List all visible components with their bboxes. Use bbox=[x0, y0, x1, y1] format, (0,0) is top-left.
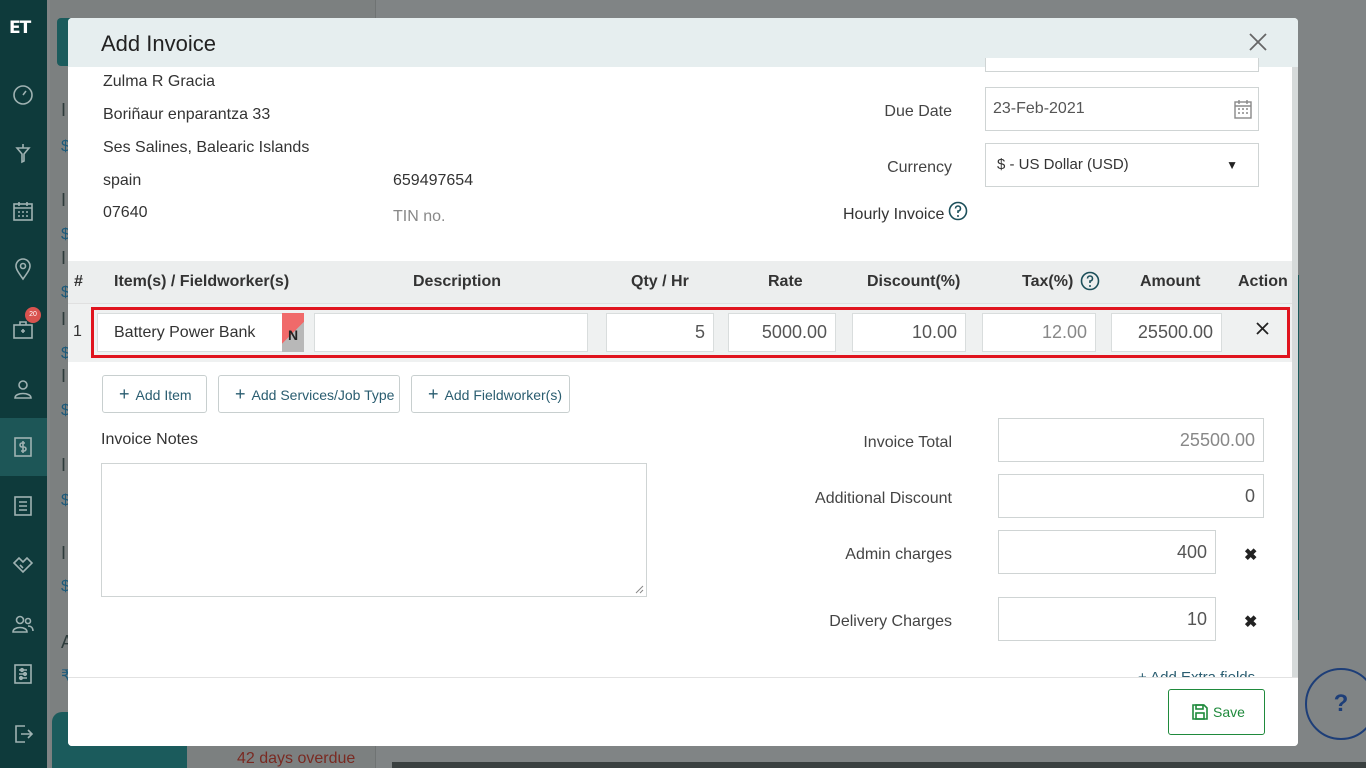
add-fieldworker-button[interactable]: + Add Fieldworker(s) bbox=[411, 375, 570, 413]
chevron-down-icon: ▼ bbox=[1226, 158, 1238, 172]
delivery-charges-label: Delivery Charges bbox=[829, 613, 952, 630]
list-icon[interactable] bbox=[11, 494, 35, 518]
row-number: 1 bbox=[73, 323, 82, 340]
background-bottom-bar bbox=[392, 762, 1366, 768]
modal-scrollbar[interactable] bbox=[1292, 67, 1298, 677]
col-tax: Tax(%) bbox=[1022, 273, 1074, 290]
background-item-letter: I bbox=[61, 366, 67, 386]
col-description: Description bbox=[413, 273, 502, 290]
funnel-icon[interactable] bbox=[11, 141, 35, 165]
customer-zip: 07640 bbox=[103, 204, 148, 221]
col-discount: Discount(%) bbox=[867, 273, 961, 290]
admin-charges-label: Admin charges bbox=[845, 546, 952, 563]
map-pin-icon[interactable] bbox=[11, 258, 35, 282]
background-item-letter: I bbox=[61, 248, 67, 268]
save-label: Save bbox=[1213, 704, 1245, 720]
due-date-input[interactable]: 23-Feb-2021 bbox=[985, 87, 1259, 131]
plus-icon: + bbox=[119, 384, 130, 404]
invoice-total-field: 25500.00 bbox=[998, 418, 1264, 462]
invoice-notes-label: Invoice Notes bbox=[101, 431, 198, 448]
app-sidebar: ET 20 bbox=[0, 0, 47, 768]
items-table-header: # Item(s) / Fieldworker(s) Description Q… bbox=[68, 261, 1292, 304]
additional-discount-label: Additional Discount bbox=[815, 490, 952, 507]
due-date-value: 23-Feb-2021 bbox=[993, 100, 1085, 117]
app-logo: ET bbox=[9, 18, 31, 38]
modal-title: Add Invoice bbox=[101, 31, 216, 56]
customer-address-line1: Boriñaur enparantza 33 bbox=[103, 106, 271, 123]
background-item-letter: I bbox=[61, 190, 67, 210]
close-icon[interactable] bbox=[1246, 30, 1270, 54]
plus-icon: + bbox=[428, 384, 439, 404]
handshake-icon[interactable] bbox=[11, 553, 35, 577]
add-item-button[interactable]: + Add Item bbox=[102, 375, 207, 413]
admin-charges-input[interactable]: 400 bbox=[998, 530, 1216, 574]
additional-discount-input[interactable]: 0 bbox=[998, 474, 1264, 518]
settings-sliders-icon[interactable] bbox=[11, 662, 35, 686]
col-action: Action bbox=[1238, 273, 1288, 290]
resize-handle-icon[interactable] bbox=[634, 584, 644, 594]
customer-country: spain bbox=[103, 172, 142, 189]
customer-phone: 659497654 bbox=[393, 172, 474, 189]
due-date-label: Due Date bbox=[884, 103, 952, 120]
calendar-icon[interactable] bbox=[11, 199, 35, 223]
add-services-label: Add Services/Job Type bbox=[251, 387, 395, 403]
remove-delivery-charges-icon[interactable]: ✖ bbox=[1244, 612, 1257, 632]
tax-help-icon[interactable] bbox=[1080, 271, 1100, 291]
invoice-date-field-partial[interactable] bbox=[985, 58, 1259, 72]
users-icon[interactable] bbox=[11, 612, 35, 636]
invoice-total-label: Invoice Total bbox=[863, 434, 952, 451]
col-rate: Rate bbox=[768, 273, 803, 290]
notification-badge: 20 bbox=[25, 307, 41, 323]
customer-address-line2: Ses Salines, Balearic Islands bbox=[103, 139, 310, 156]
invoice-icon[interactable] bbox=[11, 435, 35, 459]
help-circle-icon[interactable] bbox=[948, 201, 968, 221]
background-item-letter: I bbox=[61, 100, 67, 120]
background-item-letter: I bbox=[61, 455, 67, 475]
logout-icon[interactable] bbox=[11, 722, 35, 746]
invoice-notes-textarea[interactable] bbox=[101, 463, 647, 597]
dashboard-icon[interactable] bbox=[11, 83, 35, 107]
user-icon[interactable] bbox=[11, 377, 35, 401]
tin-label: TIN no. bbox=[393, 208, 446, 225]
modal-footer bbox=[68, 677, 1298, 746]
col-item: Item(s) / Fieldworker(s) bbox=[114, 273, 290, 290]
background-overdue-text: 42 days overdue bbox=[237, 750, 356, 767]
add-invoice-modal: Add Invoice Zulma R Gracia Boriñaur enpa… bbox=[68, 18, 1298, 746]
row-highlight-box bbox=[91, 307, 1290, 358]
background-item-letter: I bbox=[61, 543, 67, 563]
col-qty: Qty / Hr bbox=[631, 273, 689, 290]
hourly-invoice-label: Hourly Invoice bbox=[843, 206, 945, 223]
currency-label: Currency bbox=[887, 159, 952, 176]
delivery-charges-input[interactable]: 10 bbox=[998, 597, 1216, 641]
add-fieldworker-label: Add Fieldworker(s) bbox=[444, 387, 562, 403]
calendar-icon[interactable] bbox=[1234, 99, 1252, 119]
customer-name: Zulma R Gracia bbox=[103, 73, 216, 90]
col-amount: Amount bbox=[1140, 273, 1201, 290]
currency-select[interactable]: $ - US Dollar (USD) ▼ bbox=[985, 143, 1259, 187]
background-item-letter: I bbox=[61, 309, 67, 329]
help-bubble-button[interactable]: ? bbox=[1305, 668, 1366, 740]
col-num: # bbox=[74, 273, 83, 290]
remove-admin-charges-icon[interactable]: ✖ bbox=[1244, 545, 1257, 565]
plus-icon: + bbox=[235, 384, 246, 404]
currency-value: $ - US Dollar (USD) bbox=[997, 156, 1129, 173]
add-item-label: Add Item bbox=[135, 387, 192, 403]
save-button[interactable]: Save bbox=[1168, 689, 1265, 735]
floppy-disk-icon bbox=[1192, 704, 1208, 720]
add-services-button[interactable]: + Add Services/Job Type bbox=[218, 375, 400, 413]
